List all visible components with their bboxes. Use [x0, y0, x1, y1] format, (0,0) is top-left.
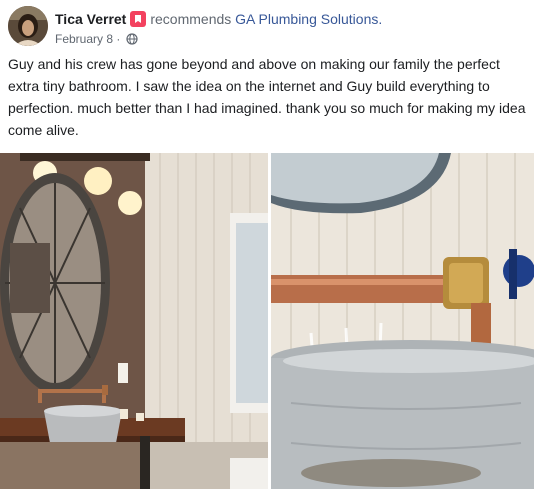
recommend-verb: recommends [150, 11, 232, 27]
avatar[interactable] [8, 6, 48, 46]
post-meta: February 8 · [55, 31, 138, 49]
photo-grid [0, 153, 534, 489]
recommend-icon [130, 11, 147, 27]
meta-separator: · [113, 32, 124, 46]
bathroom-vanity-photo[interactable] [0, 153, 268, 489]
globe-icon[interactable] [126, 33, 138, 49]
faucet-washtub-photo[interactable] [271, 153, 534, 489]
post-title: Tica Verret recommends GA Plumbing Soluti… [55, 10, 382, 28]
post-date[interactable]: February 8 [55, 32, 113, 46]
author-name[interactable]: Tica Verret [55, 11, 126, 27]
page-link[interactable]: GA Plumbing Solutions. [235, 11, 382, 27]
post-text: Guy and his crew has gone beyond and abo… [8, 56, 526, 138]
post-header: Tica Verret recommends GA Plumbing Soluti… [8, 6, 528, 50]
